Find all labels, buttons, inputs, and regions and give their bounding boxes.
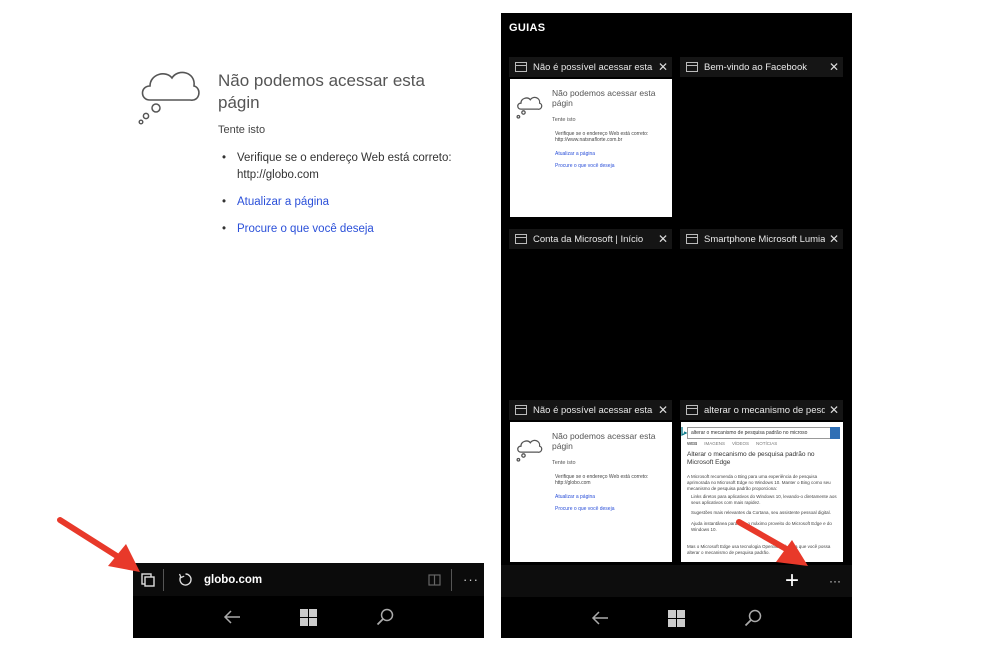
more-button[interactable]: ··· xyxy=(823,565,847,597)
cloud-icon xyxy=(138,71,200,125)
page-icon xyxy=(686,234,698,244)
more-button[interactable]: ··· xyxy=(458,563,484,596)
tab-tile[interactable]: Não é possível acessar esta pá ✕ Não pode… xyxy=(509,57,672,223)
refresh-button[interactable] xyxy=(172,563,198,596)
tab-tile[interactable]: Não é possível acessar esta pá ✕ Não pode… xyxy=(509,400,672,564)
close-icon[interactable]: ✕ xyxy=(825,232,843,246)
page-icon xyxy=(515,62,527,72)
address-bar: globo.com ··· xyxy=(133,563,484,596)
close-icon[interactable]: ✕ xyxy=(825,60,843,74)
back-arrow-icon[interactable] xyxy=(223,610,241,624)
close-icon[interactable]: ✕ xyxy=(825,403,843,417)
thumb-title: Não podemos acessar esta págin xyxy=(552,88,656,108)
page-icon xyxy=(686,62,698,72)
close-icon[interactable]: ✕ xyxy=(654,232,672,246)
thumb-bullet: Verifique se o endereço Web está correto… xyxy=(555,131,649,143)
error-title: Não podemos acessar esta págin xyxy=(218,71,425,112)
thumb-bullet: Procure o que você deseja xyxy=(555,163,615,169)
bing-heading: Alterar o mecanismo de pesquisa padrão n… xyxy=(687,451,815,466)
windows-icon[interactable] xyxy=(667,609,685,627)
thumb-hint: Tente isto xyxy=(552,117,576,123)
divider xyxy=(451,568,452,591)
back-arrow-icon[interactable] xyxy=(591,611,609,625)
search-icon[interactable] xyxy=(744,609,762,627)
bing-tab: NOTÍCIAS xyxy=(756,441,778,446)
reading-view-button[interactable] xyxy=(423,563,445,596)
address-url[interactable]: globo.com xyxy=(204,574,423,586)
book-icon xyxy=(427,573,441,586)
bing-search-input: alterar o mecanismo de pesquisa padrão n… xyxy=(687,427,832,439)
bing-paragraph: A Microsoft recomenda o Bing para uma ex… xyxy=(687,474,831,491)
tab-title: Não é possível acessar esta pá xyxy=(533,404,654,416)
list-item: • Atualizar a página xyxy=(222,194,482,211)
bing-tab: IMAGENS xyxy=(704,441,726,446)
bing-list-item: Sugestões mais relevantes da Cortana, se… xyxy=(691,510,831,515)
tab-tile[interactable]: Smartphone Microsoft Lumia ✕ xyxy=(680,229,843,395)
navigation-bar xyxy=(133,596,484,638)
tab-tile[interactable]: Bem-vindo ao Facebook ✕ xyxy=(680,57,843,223)
suggestion-check-url: Verifique se o endereço Web está correto… xyxy=(237,152,452,181)
list-item: • Procure o que você deseja xyxy=(222,221,482,238)
page-icon xyxy=(515,234,527,244)
close-icon[interactable]: ✕ xyxy=(654,60,672,74)
cloud-icon xyxy=(516,439,543,462)
page-icon xyxy=(515,405,527,415)
red-arrow-annotation xyxy=(57,517,140,572)
red-arrow-annotation xyxy=(736,519,808,566)
thumb-hint: Tente isto xyxy=(552,460,576,466)
bing-list-item: Links diretos para aplicativos do Window… xyxy=(691,494,837,505)
cloud-icon xyxy=(516,96,543,119)
tab-tile[interactable]: Conta da Microsoft | Início ✕ xyxy=(509,229,672,395)
navigation-bar xyxy=(501,597,852,638)
bing-tab: WEB xyxy=(687,441,698,446)
refresh-icon xyxy=(178,573,192,586)
bing-tabs: WEB IMAGENS VÍDEOS NOTÍCIAS xyxy=(687,441,784,446)
tabs-title: GUIAS xyxy=(509,22,546,34)
windows-icon[interactable] xyxy=(299,608,317,626)
tab-title: Conta da Microsoft | Início xyxy=(533,233,644,245)
refresh-page-link[interactable]: Atualizar a página xyxy=(237,194,329,211)
page-icon xyxy=(686,405,698,415)
search-link[interactable]: Procure o que você deseja xyxy=(237,221,374,238)
list-item: • Verifique se o endereço Web está corret… xyxy=(222,150,482,184)
tab-thumbnail: Não podemos acessar esta págin Tente ist… xyxy=(510,422,672,562)
close-icon[interactable]: ✕ xyxy=(654,403,672,417)
bing-search-button xyxy=(830,427,840,439)
thumb-bullet: Atualizar a página xyxy=(555,494,596,500)
tab-title: Não é possível acessar esta pá xyxy=(533,61,654,73)
tab-title: alterar o mecanismo de pesqu xyxy=(704,404,825,416)
thumb-bullet: Verifique se o endereço Web está correto… xyxy=(555,474,649,486)
divider xyxy=(163,568,164,591)
thumb-title: Não podemos acessar esta págin xyxy=(552,431,656,451)
suggestion-list: • Verifique se o endereço Web está corret… xyxy=(222,150,482,248)
thumb-bullet: Atualizar a página xyxy=(555,151,596,157)
tab-thumbnail: Não podemos acessar esta págin Tente ist… xyxy=(510,79,672,217)
thumb-bullet: Procure o que você deseja xyxy=(555,506,615,512)
search-icon[interactable] xyxy=(376,608,394,626)
bing-tab: VÍDEOS xyxy=(732,441,750,446)
error-hint: Tente isto xyxy=(218,124,266,136)
tab-title: Smartphone Microsoft Lumia xyxy=(704,233,825,245)
tab-title: Bem-vindo ao Facebook xyxy=(704,61,807,73)
